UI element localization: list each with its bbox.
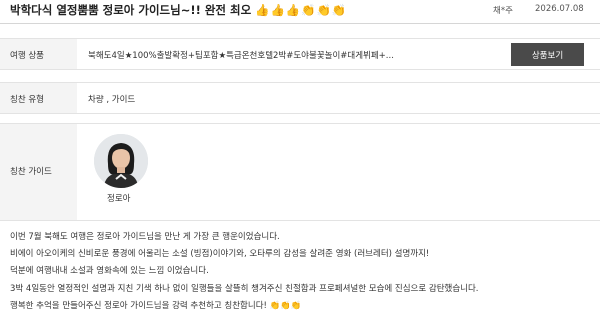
product-label: 여행 상품 (10, 51, 44, 61)
praise-type-label: 칭찬 유형 (10, 95, 44, 105)
review-paragraph: 3박 4일동안 열정적인 설명과 지친 기색 하나 없이 일행들을 살뜰히 챙겨… (10, 283, 479, 294)
review-body: 이번 7월 북해도 여행은 정로아 가이드님을 만난 게 가장 큰 행운이었습니… (10, 232, 590, 318)
review-paragraph-last: 행복한 추억을 만들어주신 정로아 가이드님을 강력 추천하고 칭찬합니다! 👏… (10, 301, 590, 312)
product-name-link[interactable]: 북해도4일★100%출발확정+팁포함★특급온천호텔2박#도야불꽃놀이#대게뷔페+… (88, 49, 418, 61)
review-paragraph: 이번 7월 북해도 여행은 정로아 가이드님을 만난 게 가장 큰 행운이었습니… (10, 232, 280, 242)
review-title: 박학다식 열정뿜뿜 정로아 가이드님~!! 완전 최오 👍👍👍👏👏👏 (10, 2, 347, 18)
review-title-text: 박학다식 열정뿜뿜 정로아 가이드님~!! 완전 최오 (10, 3, 252, 17)
thumbs-clap-emoji: 👍👍👍👏👏👏 (255, 3, 348, 17)
review-header: 박학다식 열정뿜뿜 정로아 가이드님~!! 완전 최오 👍👍👍👏👏👏 채*주 2… (0, 0, 600, 24)
praise-type-row: 칭찬 유형 차량 , 가이드 (0, 82, 600, 114)
guide-photo-icon (94, 134, 148, 188)
product-row: 여행 상품 북해도4일★100%출발확정+팁포함★특급온천호텔2박#도야불꽃놀이… (0, 38, 600, 70)
review-paragraph: 행복한 추억을 만들어주신 정로아 가이드님을 강력 추천하고 칭찬합니다! (10, 300, 267, 311)
praise-type-value: 차량 , 가이드 (88, 95, 136, 105)
guide-avatar[interactable] (94, 134, 148, 188)
review-paragraph: 덕분에 여행내내 소설과 영화속에 있는 느낌 이었습니다. (10, 266, 209, 277)
review-date: 2026.07.08 (535, 4, 584, 14)
praise-guide-label: 칭찬 가이드 (10, 167, 52, 177)
view-product-button[interactable]: 상품보기 (511, 43, 584, 66)
guide-name: 정로아 (107, 194, 131, 204)
author-name: 채*주 (493, 6, 513, 16)
review-paragraph: 비에이 아오이케의 신비로운 풍경에 어울리는 소설 (빙점)이야기와, 오타루… (10, 249, 430, 260)
praise-guide-row: 칭찬 가이드 정로아 (0, 123, 600, 221)
clap-emoji: 👏👏👏 (269, 300, 302, 311)
